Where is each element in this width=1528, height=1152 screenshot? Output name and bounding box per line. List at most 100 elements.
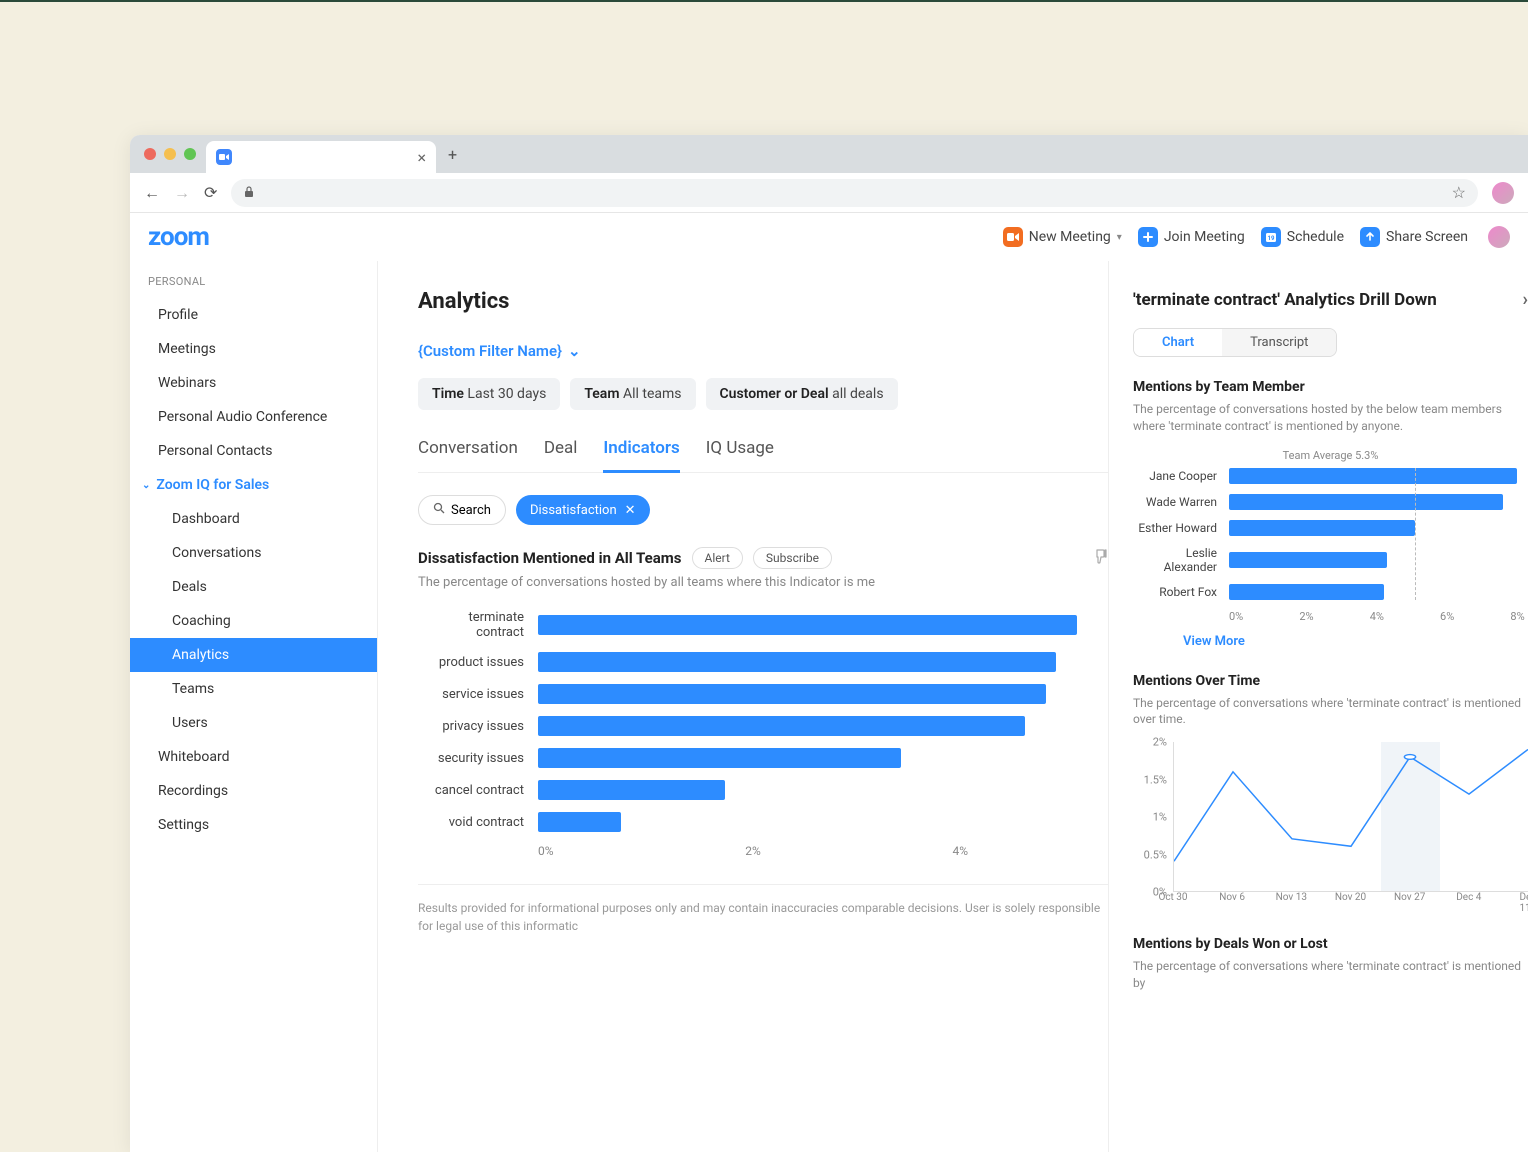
schedule-button[interactable]: 19 Schedule <box>1261 227 1344 247</box>
filter-name-label: {Custom Filter Name} <box>418 342 562 360</box>
custom-filter-dropdown[interactable]: {Custom Filter Name} ⌄ <box>418 342 1108 360</box>
share-screen-button[interactable]: Share Screen <box>1360 227 1468 247</box>
analytics-tab[interactable]: Conversation <box>418 438 518 472</box>
analytics-tab[interactable]: Indicators <box>603 438 679 473</box>
dissatisfaction-bar-chart: terminate contract product issues service … <box>418 610 1108 844</box>
chevron-down-icon: ⌄ <box>142 480 150 491</box>
back-button[interactable]: ← <box>144 183 160 203</box>
sidebar-item-zoom-iq[interactable]: ⌄ Zoom IQ for Sales <box>130 468 377 502</box>
bar-label: void contract <box>418 815 538 830</box>
url-input[interactable]: ☆ <box>231 179 1478 207</box>
sidebar-item[interactable]: Webinars <box>130 366 377 400</box>
zoom-favicon-icon <box>216 149 232 165</box>
bar-row: service issues <box>418 684 1108 704</box>
new-meeting-button[interactable]: New Meeting ▾ <box>1003 227 1122 247</box>
member-bar-row: Leslie Alexander <box>1133 546 1528 574</box>
bar-row: security issues <box>418 748 1108 768</box>
browser-tab[interactable]: × <box>206 141 436 173</box>
chart-transcript-toggle[interactable]: ChartTranscript <box>1133 328 1337 357</box>
bar-label: terminate contract <box>418 610 538 640</box>
sidebar-item[interactable]: Personal Audio Conference <box>130 400 377 434</box>
new-meeting-label: New Meeting <box>1029 229 1111 245</box>
user-avatar[interactable] <box>1488 226 1510 248</box>
sidebar-item[interactable]: Whiteboard <box>130 740 377 774</box>
filter-pill-label: Dissatisfaction <box>530 503 617 518</box>
upload-icon <box>1360 227 1380 247</box>
segment-option[interactable]: Transcript <box>1222 329 1336 356</box>
filter-chip[interactable]: Customer or Deal all deals <box>706 378 898 410</box>
close-tab-icon[interactable]: × <box>417 148 426 167</box>
sidebar-subitem[interactable]: Users <box>172 706 377 740</box>
segment-option[interactable]: Chart <box>1134 329 1222 356</box>
time-section-title: Mentions Over Time <box>1133 673 1528 689</box>
sidebar-item[interactable]: Settings <box>130 808 377 842</box>
chevron-right-icon[interactable]: › <box>1523 289 1528 310</box>
sidebar-subitem[interactable]: Conversations <box>172 536 377 570</box>
close-window-icon[interactable] <box>144 148 156 160</box>
sidebar-subitem[interactable]: Analytics <box>130 638 377 672</box>
maximize-window-icon[interactable] <box>184 148 196 160</box>
subscribe-button[interactable]: Subscribe <box>753 547 832 569</box>
time-section-subtitle: The percentage of conversations where 't… <box>1133 695 1528 729</box>
bar-label: security issues <box>418 751 538 766</box>
section-title: Dissatisfaction Mentioned in All Teams <box>418 549 682 567</box>
member-label: Esther Howard <box>1133 521 1229 535</box>
sidebar-subitem[interactable]: Deals <box>172 570 377 604</box>
join-meeting-button[interactable]: Join Meeting <box>1138 227 1245 247</box>
members-section-title: Mentions by Team Member <box>1133 379 1528 395</box>
page-title: Analytics <box>418 289 1108 314</box>
sidebar-subitem[interactable]: Teams <box>172 672 377 706</box>
member-bar-row: Jane Cooper <box>1133 468 1528 484</box>
sidebar-item[interactable]: Profile <box>130 298 377 332</box>
browser-address-bar: ← → ⟳ ☆ <box>130 173 1528 213</box>
bookmark-icon[interactable]: ☆ <box>1452 183 1466 202</box>
sidebar-subitem[interactable]: Coaching <box>172 604 377 638</box>
minimize-window-icon[interactable] <box>164 148 176 160</box>
members-bar-chart: Jane Cooper Wade Warren Esther Howard Lesli… <box>1133 468 1528 624</box>
member-label: Robert Fox <box>1133 585 1229 599</box>
filter-chip[interactable]: Time Last 30 days <box>418 378 560 410</box>
video-icon <box>1003 227 1023 247</box>
thumbs-down-icon[interactable] <box>1092 548 1108 568</box>
join-meeting-label: Join Meeting <box>1164 229 1245 245</box>
plus-icon <box>1138 227 1158 247</box>
search-button[interactable]: Search <box>418 495 506 525</box>
filter-chip[interactable]: Team All teams <box>570 378 695 410</box>
forward-button[interactable]: → <box>174 183 190 203</box>
team-average-label: Team Average 5.3% <box>1133 449 1528 462</box>
analytics-tab[interactable]: IQ Usage <box>706 438 774 472</box>
bar-row: void contract <box>418 812 1108 832</box>
drill-down-panel: 'terminate contract' Analytics Drill Dow… <box>1108 261 1528 1152</box>
remove-filter-icon[interactable]: ✕ <box>625 503 636 518</box>
alert-button[interactable]: Alert <box>692 547 743 569</box>
deals-section-title: Mentions by Deals Won or Lost <box>1133 936 1528 952</box>
bar-label: privacy issues <box>418 719 538 734</box>
active-filter-pill[interactable]: Dissatisfaction ✕ <box>516 495 650 525</box>
lock-icon <box>243 183 255 202</box>
chevron-down-icon: ⌄ <box>568 342 581 360</box>
view-more-link[interactable]: View More <box>1183 634 1528 649</box>
sidebar-item[interactable]: Recordings <box>130 774 377 808</box>
svg-text:19: 19 <box>1267 235 1274 242</box>
bar-label: service issues <box>418 687 538 702</box>
sidebar-subitem[interactable]: Dashboard <box>172 502 377 536</box>
search-label: Search <box>451 503 491 518</box>
bar-row: cancel contract <box>418 780 1108 800</box>
profile-avatar[interactable] <box>1492 182 1514 204</box>
zoom-logo[interactable]: zoom <box>148 222 209 252</box>
sidebar-item[interactable]: Meetings <box>130 332 377 366</box>
new-tab-button[interactable]: + <box>448 145 457 164</box>
main-content: Analytics {Custom Filter Name} ⌄ Time La… <box>378 261 1108 1152</box>
sidebar-item-label: Zoom IQ for Sales <box>156 477 269 493</box>
mentions-line-chart: 0%0.5%1%1.5%2%Oct 30Nov 6Nov 13Nov 20Nov… <box>1133 742 1528 912</box>
deals-section-subtitle: The percentage of conversations where 't… <box>1133 958 1528 992</box>
sidebar-item[interactable]: Personal Contacts <box>130 434 377 468</box>
browser-tab-bar: × + <box>130 135 1528 173</box>
bar-label: product issues <box>418 655 538 670</box>
analytics-tab[interactable]: Deal <box>544 438 578 472</box>
member-label: Jane Cooper <box>1133 469 1229 483</box>
member-label: Leslie Alexander <box>1133 546 1229 574</box>
member-label: Wade Warren <box>1133 495 1229 509</box>
member-bar-row: Esther Howard <box>1133 520 1528 536</box>
reload-button[interactable]: ⟳ <box>204 183 217 202</box>
